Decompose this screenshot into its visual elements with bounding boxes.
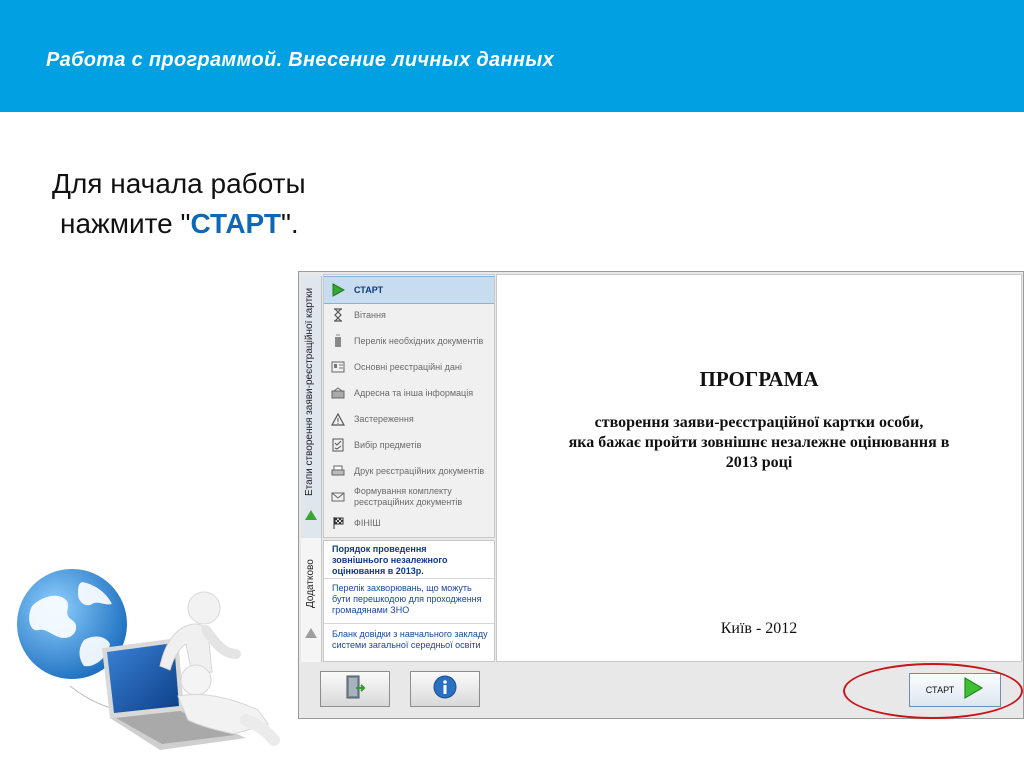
tab-stages-arrow-icon xyxy=(305,510,317,520)
play-icon xyxy=(331,283,345,297)
slide-title: Работа с программой. Внесение личных дан… xyxy=(46,49,555,71)
exit-door-icon xyxy=(344,674,366,705)
tab-additional[interactable]: Додатково xyxy=(301,538,322,662)
document-description: створення заяви-реєстраційної картки осо… xyxy=(497,413,1021,473)
step-warning[interactable]: Застереження xyxy=(324,406,494,432)
printer-icon xyxy=(331,464,345,478)
tab-stages[interactable]: Етапи створення заяви-реєстраційної карт… xyxy=(301,276,322,538)
step-subjects[interactable]: Вибір предметів xyxy=(324,432,494,458)
instruction-line-1: Для начала работы xyxy=(52,168,306,199)
globe-people-illustration xyxy=(10,568,290,768)
instruction-keyword: СТАРТ xyxy=(190,208,281,239)
paper-icon xyxy=(331,334,345,348)
step-label: Друк реєстраційних документів xyxy=(354,465,485,476)
tab-additional-label: Додатково xyxy=(305,559,316,608)
start-highlight-oval xyxy=(843,663,1023,719)
step-label: Застереження xyxy=(354,413,414,424)
finish-flag-icon xyxy=(331,516,345,530)
warning-icon xyxy=(331,412,345,426)
step-print[interactable]: Друк реєстраційних документів xyxy=(324,458,494,484)
document-line-1: створення заяви-реєстраційної картки осо… xyxy=(594,414,924,431)
link-label: Перелік захворювань, що можуть бути пере… xyxy=(332,583,482,615)
step-label: Вітання xyxy=(354,309,386,320)
document-footer: Київ - 2012 xyxy=(720,620,798,637)
instruction-line-2: нажмите "СТАРТ". xyxy=(60,204,306,244)
step-label: СТАРТ xyxy=(354,284,384,295)
checklist-icon xyxy=(331,438,345,452)
application-window: Етапи створення заяви-реєстраційної карт… xyxy=(298,271,1024,719)
step-documents-list[interactable]: Перелік необхідних документів xyxy=(324,328,494,354)
step-label: Вибір предметів xyxy=(354,439,422,450)
document-line-3: 2013 році xyxy=(725,454,793,471)
link-zno-procedure[interactable]: Порядок проведення зовнішнього незалежно… xyxy=(324,541,494,579)
document-title: ПРОГРАМА xyxy=(699,367,819,391)
hourglass-icon xyxy=(331,308,345,322)
instruction-suffix: ". xyxy=(280,208,299,239)
id-card-icon xyxy=(331,360,345,374)
step-label: Перелік необхідних документів xyxy=(354,335,484,346)
link-label: Бланк довідки з навчального закладу сист… xyxy=(332,629,488,650)
step-package[interactable]: Формування комплекту реєстраційних докум… xyxy=(324,484,494,510)
tab-stages-label: Етапи створення заяви-реєстраційної карт… xyxy=(304,287,315,496)
instruction-prefix: нажмите " xyxy=(60,208,191,239)
document-line-2: яка бажає пройти зовнішнє незалежне оцін… xyxy=(568,434,950,451)
link-disease-list[interactable]: Перелік захворювань, що можуть бути пере… xyxy=(324,579,494,624)
additional-links: Порядок проведення зовнішнього незалежно… xyxy=(323,540,495,662)
link-label: Порядок проведення зовнішнього незалежно… xyxy=(332,544,448,576)
step-finish[interactable]: ФІНІШ xyxy=(324,510,494,536)
info-icon xyxy=(432,674,458,705)
step-main-data[interactable]: Основні реєстраційні дані xyxy=(324,354,494,380)
tab-additional-arrow-icon xyxy=(305,628,317,638)
exit-button[interactable] xyxy=(320,671,390,707)
step-address-info[interactable]: Адресна та інша інформація xyxy=(324,380,494,406)
envelope-icon xyxy=(331,490,345,504)
instruction-text: Для начала работы нажмите "СТАРТ". xyxy=(52,164,306,244)
document-preview: ПРОГРАМА створення заяви-реєстраційної к… xyxy=(496,274,1022,662)
step-greeting[interactable]: Вітання xyxy=(324,302,494,328)
header-banner: Работа с программой. Внесение личных дан… xyxy=(0,0,1024,112)
info-button[interactable] xyxy=(410,671,480,707)
step-label: Основні реєстраційні дані xyxy=(354,361,462,372)
address-icon xyxy=(331,386,345,400)
step-label: ФІНІШ xyxy=(354,517,381,528)
link-school-certificate[interactable]: Бланк довідки з навчального закладу сист… xyxy=(324,624,494,661)
step-start[interactable]: СТАРТ xyxy=(324,276,494,304)
step-label: Адресна та інша інформація xyxy=(354,387,474,398)
step-label: Формування комплекту реєстраційних докум… xyxy=(354,486,463,507)
steps-list: СТАРТ Вітання Перелік необхідних докумен… xyxy=(323,274,495,538)
